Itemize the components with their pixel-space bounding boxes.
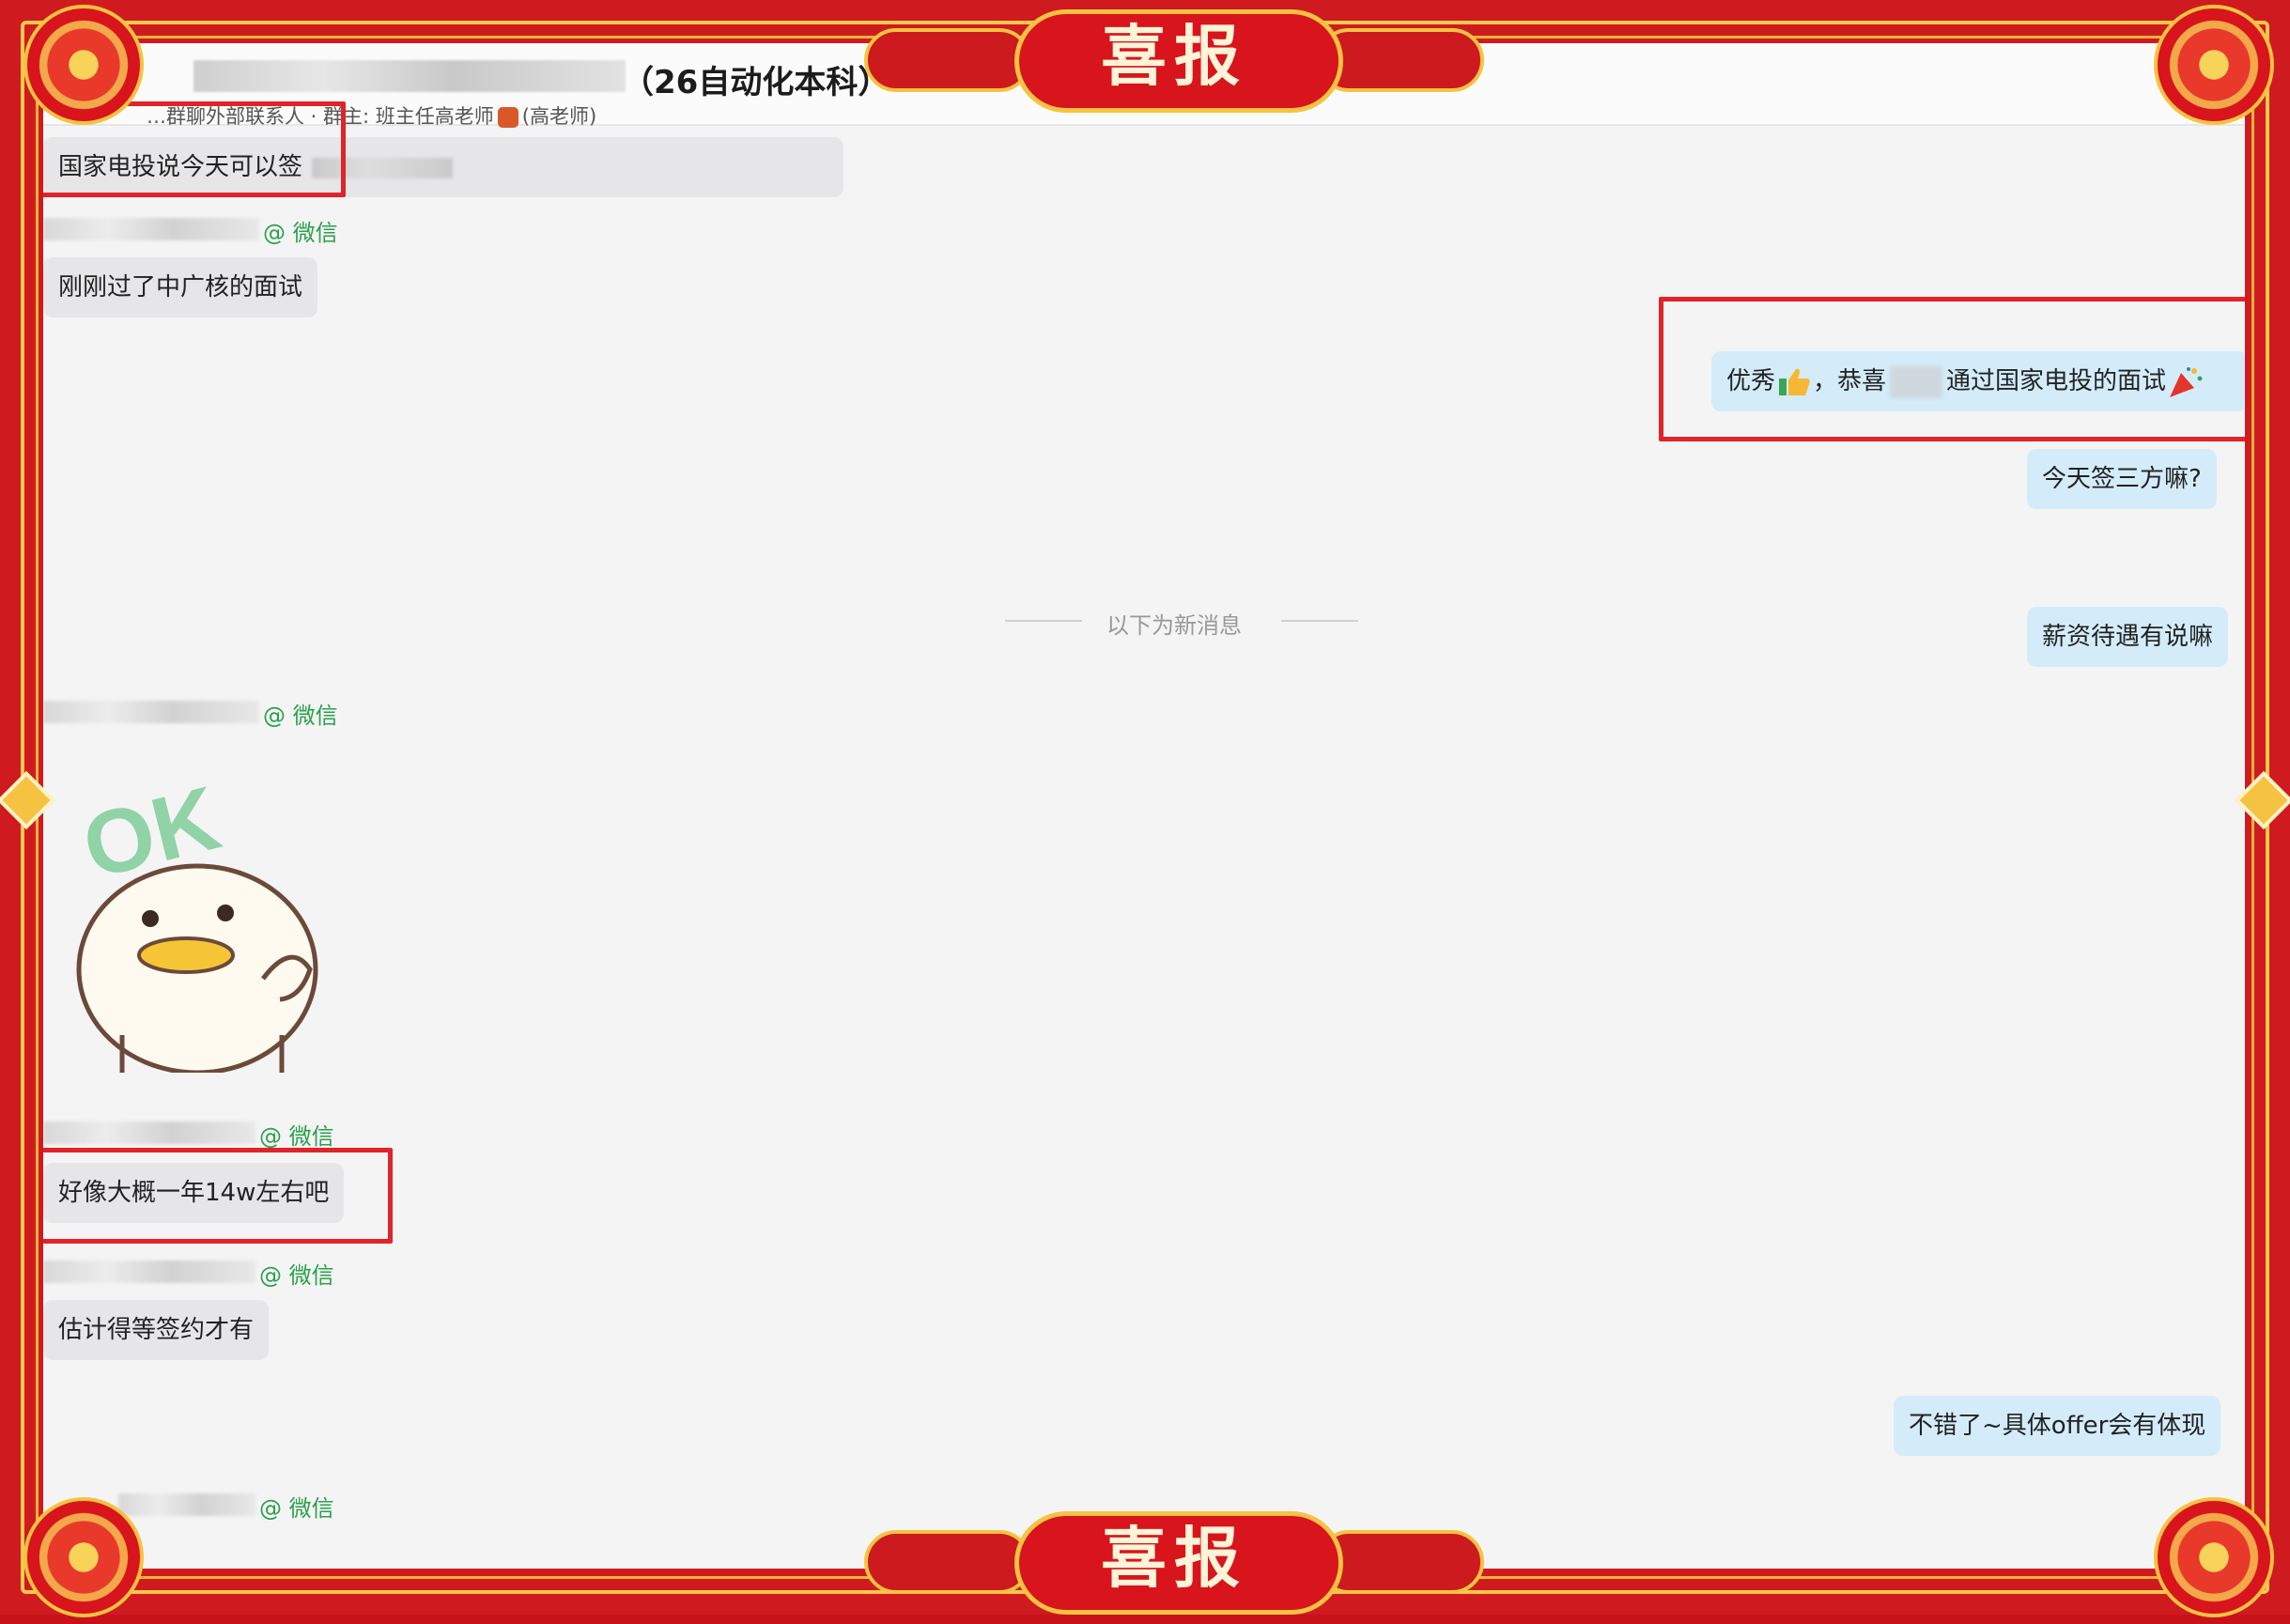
banner-text: 喜报 (1101, 1519, 1247, 1597)
message-bubble-left[interactable]: 刚刚过了中广核的面试 (43, 257, 318, 317)
party-popper-icon (2170, 366, 2203, 397)
wechat-tag: @ 微信 (259, 1495, 334, 1522)
banner-text: 喜报 (1101, 17, 1247, 95)
thumbs-up-icon (1779, 368, 1810, 395)
message-text: 今天签三方嘛? (2042, 465, 2202, 493)
sender-label: @ 微信 (118, 1490, 419, 1522)
message-text: 优秀 (1726, 367, 1776, 395)
flower-ornament-icon (2140, 0, 2281, 131)
message-text: ，恭喜 (1813, 367, 1887, 395)
message-bubble-right[interactable]: 不错了~具体offer会有体现 (1894, 1396, 2221, 1456)
message-text: 薪资待遇有说嘛 (2042, 623, 2214, 651)
message-text: 通过国家电投的面试 (1946, 367, 2167, 395)
redacted-name (1890, 365, 1943, 398)
group-name-redacted (193, 60, 626, 92)
message-text: 不错了~具体offer会有体现 (1909, 1412, 2206, 1440)
group-subtitle-suffix: (高老师) (521, 105, 597, 128)
wechat-tag: @ 微信 (263, 220, 338, 246)
message-text: 估计得等签约才有 (58, 1316, 255, 1344)
wechat-tag: @ 微信 (259, 1262, 334, 1289)
highlight-box (43, 1148, 393, 1244)
celebration-banner-top: 喜报 (864, 0, 1484, 113)
celebration-banner-bottom: 喜报 (864, 1502, 1484, 1615)
flower-ornament-icon (2140, 1483, 2281, 1624)
sender-name-redacted (43, 1261, 255, 1283)
sender-label: @ 微信 (43, 1257, 344, 1289)
chat-window: （26自动化本科） …群聊外部联系人 · 群主: 班主任高老师 (高老师) 国家电… (43, 43, 2245, 1569)
sender-label: @ 微信 (43, 1118, 344, 1150)
message-bubble-right[interactable]: 今天签三方嘛? (2027, 449, 2217, 509)
divider-line (1005, 620, 1082, 622)
message-text: 刚刚过了中广核的面试 (58, 273, 303, 302)
message-bubble-right[interactable]: 优秀 ，恭喜 通过国家电投的面试 (1711, 351, 2245, 411)
teacher-avatar-icon (497, 107, 518, 128)
message-bubble-right[interactable]: 薪资待遇有说嘛 (2027, 607, 2229, 667)
sender-name-redacted (43, 701, 259, 723)
sender-name-redacted (43, 218, 259, 240)
banner-wing (864, 1530, 1031, 1594)
sender-label: @ 微信 (43, 214, 344, 246)
divider-line (1281, 620, 1358, 622)
message-bubble-left[interactable]: 估计得等签约才有 (43, 1300, 270, 1360)
sender-label: @ 微信 (43, 697, 344, 729)
divider-text: 以下为新消息 (1106, 612, 1242, 639)
flower-ornament-icon (9, 0, 150, 131)
group-title: （26自动化本科） (622, 64, 890, 101)
wechat-tag: @ 微信 (259, 1123, 334, 1150)
wechat-tag: @ 微信 (263, 703, 338, 729)
flower-ornament-icon (9, 1483, 150, 1624)
banner-wing (864, 28, 1031, 92)
ok-duck-sticker[interactable]: OK (66, 753, 385, 1073)
new-messages-divider: 以下为新消息 (964, 607, 1358, 639)
sender-name-redacted (43, 1121, 255, 1144)
